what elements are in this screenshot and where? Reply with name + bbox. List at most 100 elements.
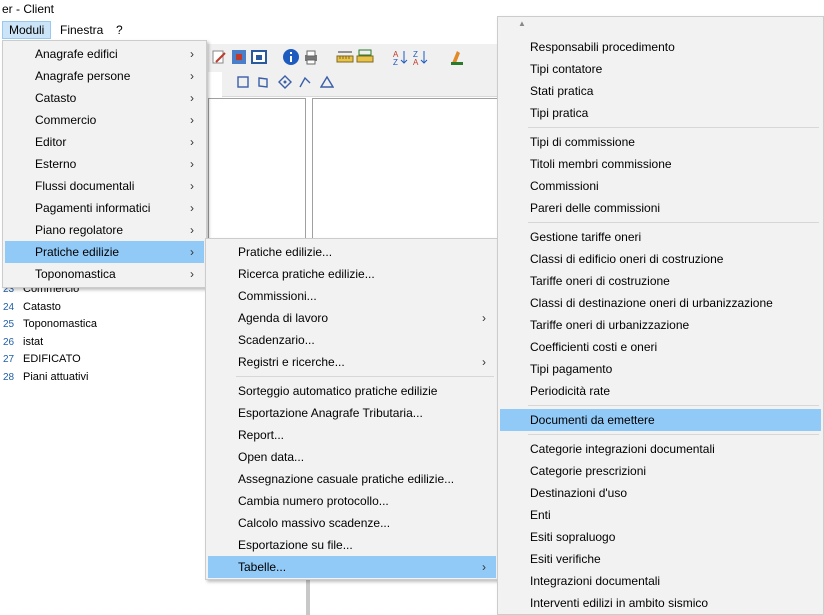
splitter[interactable] [306, 580, 310, 615]
menu-finestra[interactable]: Finestra [54, 21, 109, 39]
tabelle-item-interventi-edilizi-in-ambito-sismico[interactable]: Interventi edilizi in ambito sismico [500, 592, 821, 614]
printer-icon[interactable] [302, 48, 320, 66]
ruler-area-icon[interactable] [356, 48, 374, 66]
tree-row[interactable]: 28 Piani attuativi [0, 368, 88, 386]
pratiche-item-agenda-di-lavoro[interactable]: Agenda di lavoro › [208, 307, 496, 329]
tabelle-item-documenti-da-emettere[interactable]: Documenti da emettere [500, 409, 821, 431]
tree-row[interactable]: 24 Catasto [0, 298, 61, 316]
tabelle-item-responsabili-procedimento[interactable]: Responsabili procedimento [500, 36, 821, 58]
tabelle-item-tipi-pratica[interactable]: Tipi pratica [500, 102, 821, 124]
tabelle-item-gestione-tariffe-oneri[interactable]: Gestione tariffe oneri [500, 226, 821, 248]
menu-item-label: Piano regolatore [35, 223, 124, 237]
tabelle-item-esiti-sopraluogo[interactable]: Esiti sopraluogo [500, 526, 821, 548]
moduli-item-piano-regolatore[interactable]: Piano regolatore › [5, 219, 204, 241]
pratiche-item-report[interactable]: Report... [208, 424, 496, 446]
menu-item-label: Esportazione su file... [238, 538, 353, 552]
menu-item-label: Interventi edilizi in ambito sismico [530, 596, 709, 610]
menu-help[interactable]: ? [110, 21, 129, 39]
pen-tool-icon[interactable] [448, 48, 466, 66]
pratiche-item-calcolo-massivo-scadenze[interactable]: Calcolo massivo scadenze... [208, 512, 496, 534]
menu-item-label: Esportazione Anagrafe Tributaria... [238, 406, 423, 420]
tree-row[interactable]: 26 istat [0, 333, 43, 351]
menu-separator [528, 434, 819, 435]
moduli-item-esterno[interactable]: Esterno › [5, 153, 204, 175]
pratiche-item-scadenzario[interactable]: Scadenzario... [208, 329, 496, 351]
pratiche-item-commissioni[interactable]: Commissioni... [208, 285, 496, 307]
pratiche-item-ricerca-pratiche-edilizie[interactable]: Ricerca pratiche edilizie... [208, 263, 496, 285]
menu-item-label: Pratiche edilizie [35, 245, 120, 259]
diamond-icon[interactable] [278, 75, 292, 89]
tabelle-item-tipi-contatore[interactable]: Tipi contatore [500, 58, 821, 80]
pratiche-item-sorteggio-automatico-pratiche-edilizie[interactable]: Sorteggio automatico pratiche edilizie [208, 380, 496, 402]
menu-item-label: Titoli membri commissione [530, 157, 672, 171]
triangle-icon[interactable] [319, 75, 335, 89]
tabelle-item-tariffe-oneri-di-costruzione[interactable]: Tariffe oneri di costruzione [500, 270, 821, 292]
tabelle-item-periodicita-rate[interactable]: Periodicità rate [500, 380, 821, 402]
menu-item-label: Flussi documentali [35, 179, 135, 193]
tabelle-item-titoli-membri-commissione[interactable]: Titoli membri commissione [500, 153, 821, 175]
window-icon[interactable] [250, 48, 268, 66]
tree-row[interactable]: 25 Toponomastica [0, 315, 97, 333]
tabelle-item-pareri-delle-commissioni[interactable]: Pareri delle commissioni [500, 197, 821, 219]
pratiche-item-open-data[interactable]: Open data... [208, 446, 496, 468]
moduli-item-anagrafe-edifici[interactable]: Anagrafe edifici › [5, 43, 204, 65]
tabelle-item-commissioni[interactable]: Commissioni [500, 175, 821, 197]
pratiche-item-cambia-numero-protocollo[interactable]: Cambia numero protocollo... [208, 490, 496, 512]
moduli-item-pratiche-edilizie[interactable]: Pratiche edilizie › [5, 241, 204, 263]
info-icon[interactable] [282, 48, 300, 66]
menu-item-label: Cambia numero protocollo... [238, 494, 389, 508]
tabelle-item-integrazioni-documentali[interactable]: Integrazioni documentali [500, 570, 821, 592]
menu-item-label: Categorie prescrizioni [530, 464, 647, 478]
angle-icon[interactable] [298, 75, 312, 89]
tabelle-item-tipi-pagamento[interactable]: Tipi pagamento [500, 358, 821, 380]
moduli-item-flussi-documentali[interactable]: Flussi documentali › [5, 175, 204, 197]
menu-item-label: Classi di destinazione oneri di urbanizz… [530, 296, 773, 310]
pratiche-item-assegnazione-casuale-pratiche-edilizie[interactable]: Assegnazione casuale pratiche edilizie..… [208, 468, 496, 490]
tabelle-item-classi-di-destinazione-oneri-di-urbanizzazione[interactable]: Classi di destinazione oneri di urbanizz… [500, 292, 821, 314]
tabelle-item-esiti-verifiche[interactable]: Esiti verifiche [500, 548, 821, 570]
tree-row-number: 26 [3, 336, 15, 348]
tabelle-item-classi-di-edificio-oneri-di-costruzione[interactable]: Classi di edificio oneri di costruzione [500, 248, 821, 270]
moduli-item-editor[interactable]: Editor › [5, 131, 204, 153]
square-tilted-icon[interactable] [256, 75, 270, 89]
tabelle-item-enti[interactable]: Enti [500, 504, 821, 526]
submenu-arrow-icon: › [190, 91, 194, 105]
sort-za-icon[interactable]: ZA [412, 48, 430, 67]
menu-item-label: Assegnazione casuale pratiche edilizie..… [238, 472, 455, 486]
tabelle-item-categorie-integrazioni-documentali[interactable]: Categorie integrazioni documentali [500, 438, 821, 460]
menu-item-label: Periodicità rate [530, 384, 611, 398]
tree-row[interactable]: 27 EDIFICATO [0, 350, 81, 368]
pratiche-edilizie-submenu: Pratiche edilizie... Ricerca pratiche edi… [205, 238, 499, 580]
submenu-arrow-icon: › [190, 69, 194, 83]
square-icon[interactable] [236, 75, 250, 89]
pratiche-item-esportazione-anagrafe-tributaria[interactable]: Esportazione Anagrafe Tributaria... [208, 402, 496, 424]
menu-separator [236, 376, 494, 377]
tabelle-item-stati-pratica[interactable]: Stati pratica [500, 80, 821, 102]
pencil-doc-icon[interactable] [210, 48, 228, 66]
pratiche-item-esportazione-su-file[interactable]: Esportazione su file... [208, 534, 496, 556]
moduli-item-pagamenti-informatici[interactable]: Pagamenti informatici › [5, 197, 204, 219]
moduli-item-anagrafe-persone[interactable]: Anagrafe persone › [5, 65, 204, 87]
pratiche-item-registri-e-ricerche[interactable]: Registri e ricerche... › [208, 351, 496, 373]
moduli-item-toponomastica[interactable]: Toponomastica › [5, 263, 204, 285]
menu-moduli[interactable]: Moduli [2, 21, 52, 39]
menu-item-label: Documenti da emettere [530, 413, 655, 427]
submenu-arrow-icon: › [190, 113, 194, 127]
sort-az-icon[interactable]: AZ [392, 48, 410, 67]
menu-item-label: Destinazioni d'uso [530, 486, 628, 500]
menu-item-label: Tipi contatore [530, 62, 603, 76]
pratiche-item-pratiche-edilizie[interactable]: Pratiche edilizie... [208, 241, 496, 263]
ruler-icon[interactable] [336, 48, 354, 66]
pratiche-item-tabelle[interactable]: Tabelle... › [208, 556, 496, 578]
moduli-item-commercio[interactable]: Commercio › [5, 109, 204, 131]
scroll-up-arrow-icon[interactable]: ▲ [518, 19, 526, 28]
tabelle-item-categorie-prescrizioni[interactable]: Categorie prescrizioni [500, 460, 821, 482]
tabelle-item-tipi-di-commissione[interactable]: Tipi di commissione [500, 131, 821, 153]
tree-row-label: Toponomastica [23, 318, 97, 331]
menu-item-label: Tipi pratica [530, 106, 589, 120]
tabelle-item-tariffe-oneri-di-urbanizzazione[interactable]: Tariffe oneri di urbanizzazione [500, 314, 821, 336]
puzzle-icon[interactable] [230, 48, 248, 66]
tabelle-item-destinazioni-d-uso[interactable]: Destinazioni d'uso [500, 482, 821, 504]
moduli-item-catasto[interactable]: Catasto › [5, 87, 204, 109]
tabelle-item-coefficienti-costi-e-oneri[interactable]: Coefficienti costi e oneri [500, 336, 821, 358]
